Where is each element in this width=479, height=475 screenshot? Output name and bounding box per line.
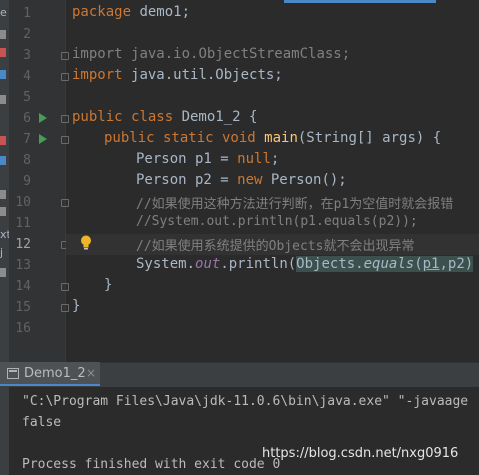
line-number: 6 (23, 111, 31, 126)
code-line-3: import java.io.ObjectStreamClass; (72, 46, 350, 62)
code-text: Person(); (270, 172, 347, 188)
unused-import: java.io.ObjectStreamClass; (131, 46, 351, 62)
keyword: package (72, 4, 140, 20)
keyword: new (237, 172, 271, 188)
method-name: main (264, 130, 298, 146)
run-toolbar-strip (0, 386, 9, 475)
code-text: ; (270, 151, 280, 167)
close-icon[interactable]: × (86, 366, 96, 380)
line-number: 16 (15, 321, 31, 336)
code-line-16: } (72, 298, 80, 314)
keyword: import (72, 67, 132, 83)
module-icon (0, 156, 6, 165)
project-panel-fragment: xt (0, 228, 9, 241)
code-line-1: package demo1; (72, 4, 190, 20)
code-line-7: public static void main(String[] args) { (104, 130, 441, 146)
project-panel-fragment: e (0, 6, 7, 19)
folder-icon (0, 207, 6, 216)
java-file-icon (0, 136, 6, 145)
run-tab-label: Demo1_2 (24, 366, 86, 381)
comment: //如果使用这种方法进行判断，在p1为空值时就会报错 (136, 197, 454, 212)
static-field: out (195, 256, 221, 272)
line-number: 11 (15, 216, 31, 231)
watermark: https://blog.csdn.net/nxg0916 (262, 446, 459, 461)
console-line: false (22, 415, 62, 430)
code-line-13: System.out.println(Objects.equals(p1,p2)… (136, 256, 474, 272)
line-number: 2 (23, 27, 31, 42)
code-text: demo1; (139, 4, 191, 20)
comment: //如果使用系统提供的Objects就不会出现异常 (136, 239, 415, 254)
run-class-icon[interactable] (39, 113, 47, 123)
code-line-4: import java.util.Objects; (72, 67, 283, 83)
code-text: Person p1 = (136, 151, 238, 167)
keyword: import (72, 46, 132, 62)
line-number: 7 (23, 132, 31, 147)
line-number: 9 (23, 174, 31, 189)
code-text: ,p2) (439, 256, 474, 272)
code-text: .println( (220, 256, 297, 272)
line-number: 4 (23, 69, 31, 84)
keyword: null (237, 151, 271, 167)
inspection-highlight[interactable]: Objects.equals(p1,p2) (296, 256, 474, 272)
folder-icon (0, 95, 6, 104)
line-number: 5 (23, 90, 31, 105)
variable-ref: p1 (422, 256, 440, 272)
console-line: "C:\Program Files\Java\jdk-11.0.6\bin\ja… (22, 394, 469, 409)
code-text: (String[] args) { (297, 130, 442, 146)
static-method: equals (363, 256, 415, 272)
code-line-6: public class Demo1_2 { (72, 109, 257, 125)
line-number-current: 12 (15, 237, 31, 252)
code-text: Objects. (296, 256, 364, 272)
module-icon (0, 70, 6, 79)
line-number: 8 (23, 153, 31, 168)
class-name: Demo1_2 { (181, 109, 258, 125)
keyword: public static void (104, 130, 265, 146)
file-icon (0, 30, 6, 39)
comment: //System.out.println(p1.equals(p2)); (136, 214, 418, 229)
run-main-icon[interactable] (39, 134, 47, 144)
code-editor[interactable]: package demo1; import java.io.ObjectStre… (66, 0, 479, 362)
line-number: 3 (23, 48, 31, 63)
code-line-8: Person p1 = null; (136, 151, 279, 167)
brace: } (104, 277, 113, 293)
code-line-15: } (104, 277, 112, 293)
console-line: Process finished with exit code 0 (22, 457, 281, 472)
keyword: public class (72, 109, 182, 125)
line-number: 1 (23, 6, 31, 21)
code-line-11: //System.out.println(p1.equals(p2)); (136, 214, 418, 229)
line-number: 10 (15, 195, 31, 210)
line-number: 13 (15, 258, 31, 273)
project-panel-edge[interactable]: e xt j (0, 0, 9, 362)
code-line-12: //如果使用系统提供的Objects就不会出现异常 (136, 235, 414, 254)
code-text: java.util.Objects; (131, 67, 283, 83)
project-panel-fragment: j (0, 246, 4, 259)
line-number: 15 (15, 300, 31, 315)
code-text: ( (414, 256, 423, 272)
code-text: Person p2 = (136, 172, 238, 188)
code-text: System. (136, 256, 196, 272)
line-number: 14 (15, 279, 31, 294)
folder-icon (0, 190, 6, 199)
code-line-10: //如果使用这种方法进行判断，在p1为空值时就会报错 (136, 193, 453, 212)
brace: } (72, 298, 81, 314)
console-icon-bar (9, 370, 17, 372)
java-file-icon (0, 48, 6, 57)
folder-icon (0, 268, 6, 277)
code-line-9: Person p2 = new Person(); (136, 172, 347, 188)
lightbulb-icon[interactable] (80, 235, 92, 250)
